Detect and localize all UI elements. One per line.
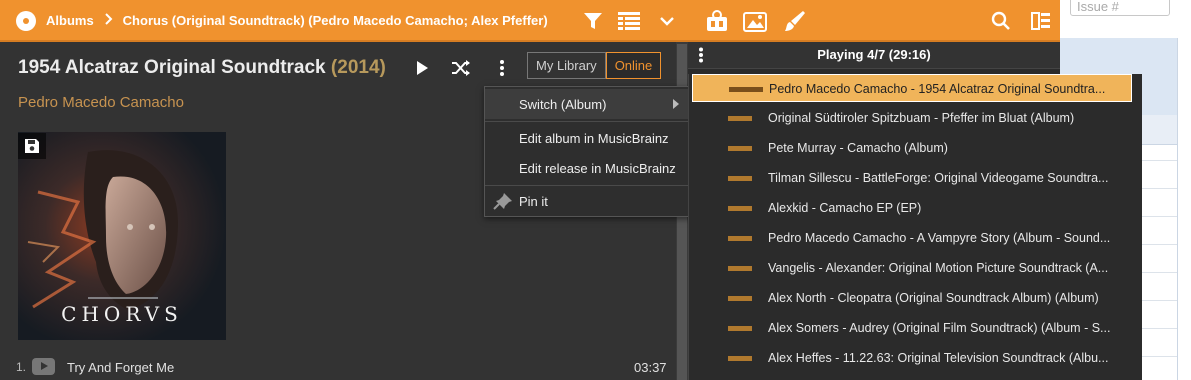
queue-item-title: Pete Murray - Camacho (Album): [768, 141, 948, 155]
queue-item[interactable]: Alex Heffes - 11.22.63: Original Televis…: [692, 344, 1132, 372]
queue-item-title: Alex Somers - Audrey (Original Film Soun…: [768, 321, 1111, 335]
breadcrumb: Albums Chorus (Original Soundtrack) (Ped…: [46, 13, 548, 28]
track-number: 1.: [16, 360, 27, 374]
album-cover-image: CHORVS: [18, 132, 226, 340]
filter-icon[interactable]: [580, 8, 606, 34]
queue-item-title: Pedro Macedo Camacho - A Vampyre Story (…: [768, 231, 1111, 245]
tab-online[interactable]: Online: [605, 52, 662, 79]
queue-status: Playing 4/7 (29:16): [817, 47, 931, 62]
queue-item[interactable]: Pedro Macedo Camacho - A Vampyre Story (…: [692, 224, 1132, 252]
queue-item-title: Alex North - Cleopatra (Original Soundtr…: [768, 291, 1099, 305]
drag-handle-icon[interactable]: [728, 266, 752, 271]
queue-item[interactable]: Pedro Macedo Camacho - 1954 Alcatraz Ori…: [692, 74, 1132, 102]
video-icon[interactable]: [32, 358, 55, 375]
menu-item-edit-release[interactable]: Edit release in MusicBrainz: [485, 153, 691, 183]
queue-item[interactable]: Alex Somers - Audrey (Original Film Soun…: [692, 314, 1132, 342]
play-icon[interactable]: [410, 56, 434, 80]
track-title: Try And Forget Me: [67, 360, 175, 375]
background-panel-edge: [1177, 38, 1178, 380]
drag-handle-icon[interactable]: [728, 116, 752, 121]
queue-item[interactable]: Alexkid - Camacho EP (EP): [692, 194, 1132, 222]
track-row[interactable]: 1. Try And Forget Me 03:37: [0, 352, 676, 380]
menu-item-pin[interactable]: Pin it: [485, 186, 691, 216]
list-view-icon[interactable]: [616, 8, 642, 34]
queue-item[interactable]: Tilman Sillescu - BattleForge: Original …: [692, 164, 1132, 192]
issue-number-input[interactable]: Issue #: [1070, 0, 1170, 16]
queue-item-title: Alex Heffes - 11.22.63: Original Televis…: [768, 351, 1109, 365]
breadcrumb-albums[interactable]: Albums: [46, 13, 94, 28]
menu-item-label: Edit album in MusicBrainz: [519, 131, 669, 146]
drag-handle-icon[interactable]: [728, 296, 752, 301]
drag-handle-icon[interactable]: [728, 326, 752, 331]
queue-item[interactable]: Original Südtiroler Spitzbuam - Pfeffer …: [692, 104, 1132, 132]
menu-item-label: Edit release in MusicBrainz: [519, 161, 676, 176]
album-title: 1954 Alcatraz Original Soundtrack (2014): [18, 57, 386, 79]
save-icon[interactable]: [18, 133, 46, 159]
drag-handle-icon[interactable]: [728, 206, 752, 211]
menu-item-label: Pin it: [519, 194, 548, 209]
drag-handle-icon[interactable]: [728, 176, 752, 181]
breadcrumb-current-album[interactable]: Chorus (Original Soundtrack) (Pedro Mace…: [123, 13, 548, 28]
drag-handle-icon[interactable]: [729, 87, 763, 92]
queue-list: Pedro Macedo Camacho - 1954 Alcatraz Ori…: [688, 74, 1136, 380]
album-artist-link[interactable]: Pedro Macedo Camacho: [18, 94, 184, 111]
queue-item-title: Alexkid - Camacho EP (EP): [768, 201, 922, 215]
disc-icon[interactable]: [16, 11, 36, 31]
album-year: (2014): [330, 57, 386, 78]
queue-item[interactable]: Alex North - Cleopatra (Original Soundtr…: [692, 284, 1132, 312]
top-toolbar: Albums Chorus (Original Soundtrack) (Ped…: [0, 0, 1060, 42]
menu-item-edit-album[interactable]: Edit album in MusicBrainz: [485, 123, 691, 153]
queue-item-title: Tilman Sillescu - BattleForge: Original …: [768, 171, 1109, 185]
queue-item[interactable]: Vangelis - Alexander: Original Motion Pi…: [692, 254, 1132, 282]
toolkit-icon[interactable]: [704, 8, 730, 34]
queue-item-title: Original Südtiroler Spitzbuam - Pfeffer …: [768, 111, 1075, 125]
menu-divider: [485, 121, 691, 122]
submenu-arrow-icon: [673, 99, 679, 109]
track-duration: 03:37: [634, 360, 667, 375]
panel-toggle-icon[interactable]: [1028, 8, 1054, 34]
pin-icon: [493, 192, 513, 213]
cover-text: CHORVS: [61, 302, 183, 326]
menu-item-switch-album[interactable]: Switch (Album): [485, 89, 691, 119]
queue-list-scrollbar[interactable]: [1134, 74, 1142, 380]
more-options-icon[interactable]: [490, 56, 514, 80]
drag-handle-icon[interactable]: [728, 356, 752, 361]
queue-item-title: Vangelis - Alexander: Original Motion Pi…: [768, 261, 1109, 275]
chevron-right-icon: [104, 13, 113, 28]
album-title-text: 1954 Alcatraz Original Soundtrack: [18, 57, 326, 78]
drag-handle-icon[interactable]: [728, 236, 752, 241]
shuffle-icon[interactable]: [449, 56, 473, 80]
queue-header: Playing 4/7 (29:16): [688, 42, 1060, 69]
library-source-toggle: My Library Online: [527, 52, 662, 79]
menu-item-label: Switch (Album): [519, 97, 607, 112]
queue-item-title: Pedro Macedo Camacho - 1954 Alcatraz Ori…: [769, 82, 1106, 96]
drag-handle-icon[interactable]: [728, 146, 752, 151]
tab-my-library[interactable]: My Library: [527, 52, 606, 79]
chevron-down-icon[interactable]: [654, 8, 680, 34]
image-icon[interactable]: [742, 8, 768, 34]
queue-item[interactable]: Pete Murray - Camacho (Album): [692, 134, 1132, 162]
album-context-menu: Switch (Album) Edit album in MusicBrainz…: [484, 86, 692, 217]
brush-icon[interactable]: [782, 8, 808, 34]
search-icon[interactable]: [988, 8, 1014, 34]
